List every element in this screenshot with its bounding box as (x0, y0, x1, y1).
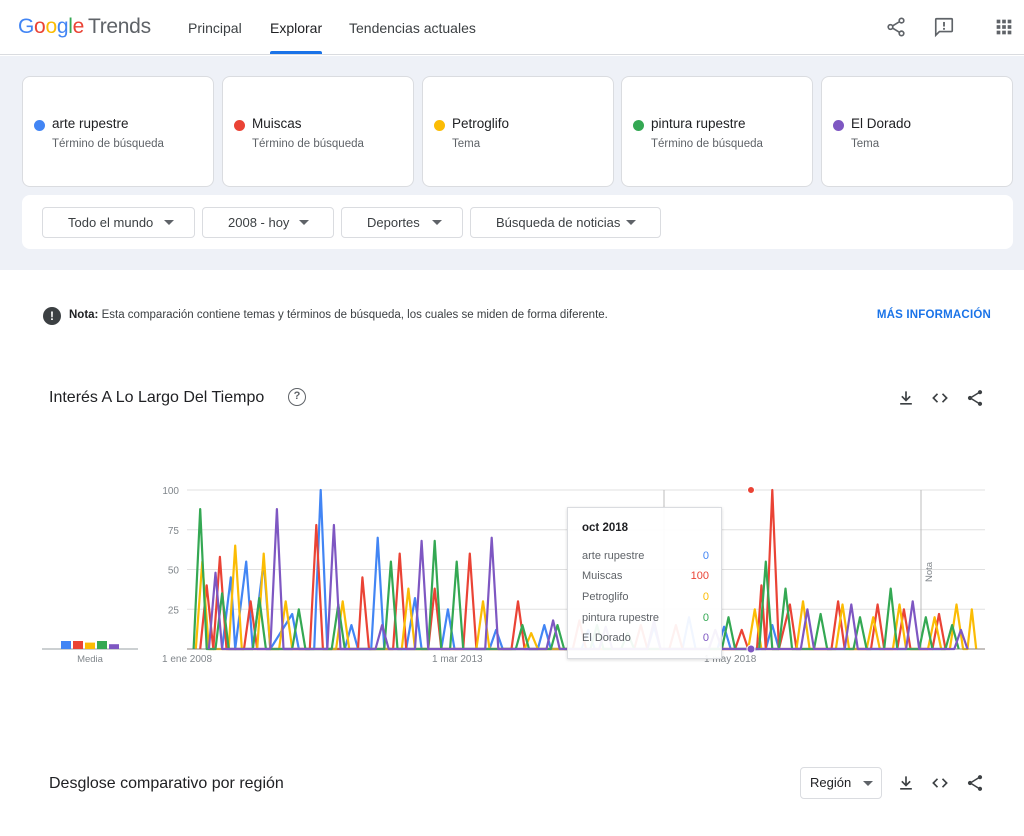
y-tick-label: 50 (168, 566, 180, 577)
chevron-down-icon (164, 220, 174, 225)
logo-google-text: Google (18, 15, 84, 38)
tooltip-series-name: El Dorado (582, 632, 631, 644)
tooltip-series-name: pintura rupestre (582, 612, 660, 624)
interest-over-time-card: Interés A Lo Largo Del Tiempo ? 25 50 75 10… (22, 361, 1013, 725)
term-type: Tema (851, 138, 880, 150)
note-label: Nota: (69, 309, 99, 321)
region-title: Desglose comparativo por región (49, 775, 284, 792)
term-name: Petroglifo (452, 116, 510, 131)
average-bar (85, 642, 95, 649)
x-tick-label: 1 ene 2008 (162, 654, 212, 665)
series-color-dot (234, 120, 245, 131)
interest-line-chart: 255075100Nota1 ene 2008 1 mar 2013 1 may 2… (42, 486, 985, 665)
share-icon[interactable] (885, 16, 907, 38)
tooltip-series-value: 0 (702, 612, 709, 624)
tooltip-series-value: 0 (702, 632, 709, 644)
feedback-icon[interactable] (933, 16, 955, 38)
period-filter-label: 2008 - hoy (228, 215, 290, 230)
region-breakdown-card: Desglose comparativo por región Región (22, 746, 1013, 836)
highlight-point (747, 486, 755, 494)
region-filter[interactable]: Todo el mundo (42, 207, 195, 238)
term-type: Término de búsqueda (252, 138, 364, 150)
apps-icon[interactable] (993, 16, 1015, 38)
search-type-filter[interactable]: Búsqueda de noticias (470, 207, 661, 238)
tooltip-series-value: 0 (702, 591, 709, 603)
info-icon: ! (43, 307, 61, 325)
average-bar (73, 641, 83, 649)
period-filter[interactable]: 2008 - hoy (202, 207, 334, 238)
chevron-down-icon (863, 781, 873, 786)
y-tick-label: 100 (162, 486, 179, 497)
logo-trends-text: Trends (87, 15, 151, 38)
term-type: Término de búsqueda (52, 138, 164, 150)
tooltip-row: El Dorado 0 (582, 632, 709, 644)
y-tick-label: 75 (168, 526, 180, 537)
y-tick-label: 25 (168, 605, 180, 616)
series-color-dot (434, 120, 445, 131)
tab-explorar[interactable]: Explorar (270, 20, 322, 36)
series-color-dot (633, 120, 644, 131)
chart-tooltip: oct 2018 arte rupestre 0 Muiscas 100 Petro… (567, 507, 722, 659)
embed-icon[interactable] (930, 773, 950, 793)
region-selector-label: Región (810, 775, 852, 790)
tooltip-row: pintura rupestre 0 (582, 612, 709, 624)
average-bar (109, 644, 119, 649)
tooltip-row: Petroglifo 0 (582, 591, 709, 603)
category-filter-label: Deportes (367, 215, 420, 230)
term-card-petroglifo[interactable]: Petroglifo Tema (422, 76, 614, 187)
tooltip-row: Muiscas 100 (582, 570, 709, 582)
term-card-arte-rupestre[interactable]: arte rupestre Término de búsqueda (22, 76, 214, 187)
term-type: Tema (452, 138, 481, 150)
comparison-note: ! Nota: Esta comparación contiene temas … (22, 292, 1013, 340)
filter-bar: Todo el mundo 2008 - hoy Deportes Búsque… (22, 195, 1013, 249)
tab-tendencias-actuales[interactable]: Tendencias actuales (349, 20, 476, 36)
series-color-dot (34, 120, 45, 131)
term-name: Muiscas (252, 116, 302, 131)
tooltip-title: oct 2018 (582, 522, 629, 534)
more-info-link[interactable]: MÁS INFORMACIÓN (877, 309, 991, 321)
term-name: arte rupestre (52, 116, 129, 131)
term-card-el-dorado[interactable]: El Dorado Tema (821, 76, 1013, 187)
tooltip-series-value: 0 (702, 550, 709, 562)
term-name: El Dorado (851, 116, 912, 131)
share-icon[interactable] (965, 773, 985, 793)
note-body: Esta comparación contiene temas y términ… (101, 309, 608, 321)
average-bar (61, 641, 71, 649)
term-name: pintura rupestre (651, 116, 746, 131)
download-icon[interactable] (896, 773, 916, 793)
tooltip-series-value: 100 (690, 570, 709, 582)
average-bars (42, 641, 138, 650)
chevron-down-icon (299, 220, 309, 225)
chevron-down-icon (432, 220, 442, 225)
average-label: Media (77, 654, 104, 665)
region-filter-label: Todo el mundo (68, 215, 154, 230)
note-marker-label: Nota (924, 561, 935, 582)
term-card-muiscas[interactable]: Muiscas Término de búsqueda (222, 76, 414, 187)
search-type-filter-label: Búsqueda de noticias (496, 215, 621, 230)
region-selector[interactable]: Región (800, 767, 882, 799)
tooltip-series-name: Muiscas (582, 570, 623, 582)
highlight-point (746, 644, 756, 654)
term-card-pintura-rupestre[interactable]: pintura rupestre Término de búsqueda (621, 76, 813, 187)
term-type: Término de búsqueda (651, 138, 763, 150)
x-tick-label: 1 mar 2013 (432, 654, 483, 665)
tooltip-series-name: arte rupestre (582, 550, 645, 562)
tooltip-series-name: Petroglifo (582, 591, 629, 603)
series-color-dot (833, 120, 844, 131)
google-trends-logo[interactable]: Google Trends (18, 15, 151, 39)
note-text: Nota: Esta comparación contiene temas y … (69, 309, 608, 321)
tooltip-row: arte rupestre 0 (582, 550, 709, 562)
tab-principal[interactable]: Principal (188, 20, 242, 36)
chevron-down-icon (626, 220, 636, 225)
average-bar (97, 641, 107, 649)
top-bar: Google Trends Principal Explorar Tendenci… (0, 0, 1024, 55)
category-filter[interactable]: Deportes (341, 207, 463, 238)
active-tab-indicator (270, 51, 322, 54)
